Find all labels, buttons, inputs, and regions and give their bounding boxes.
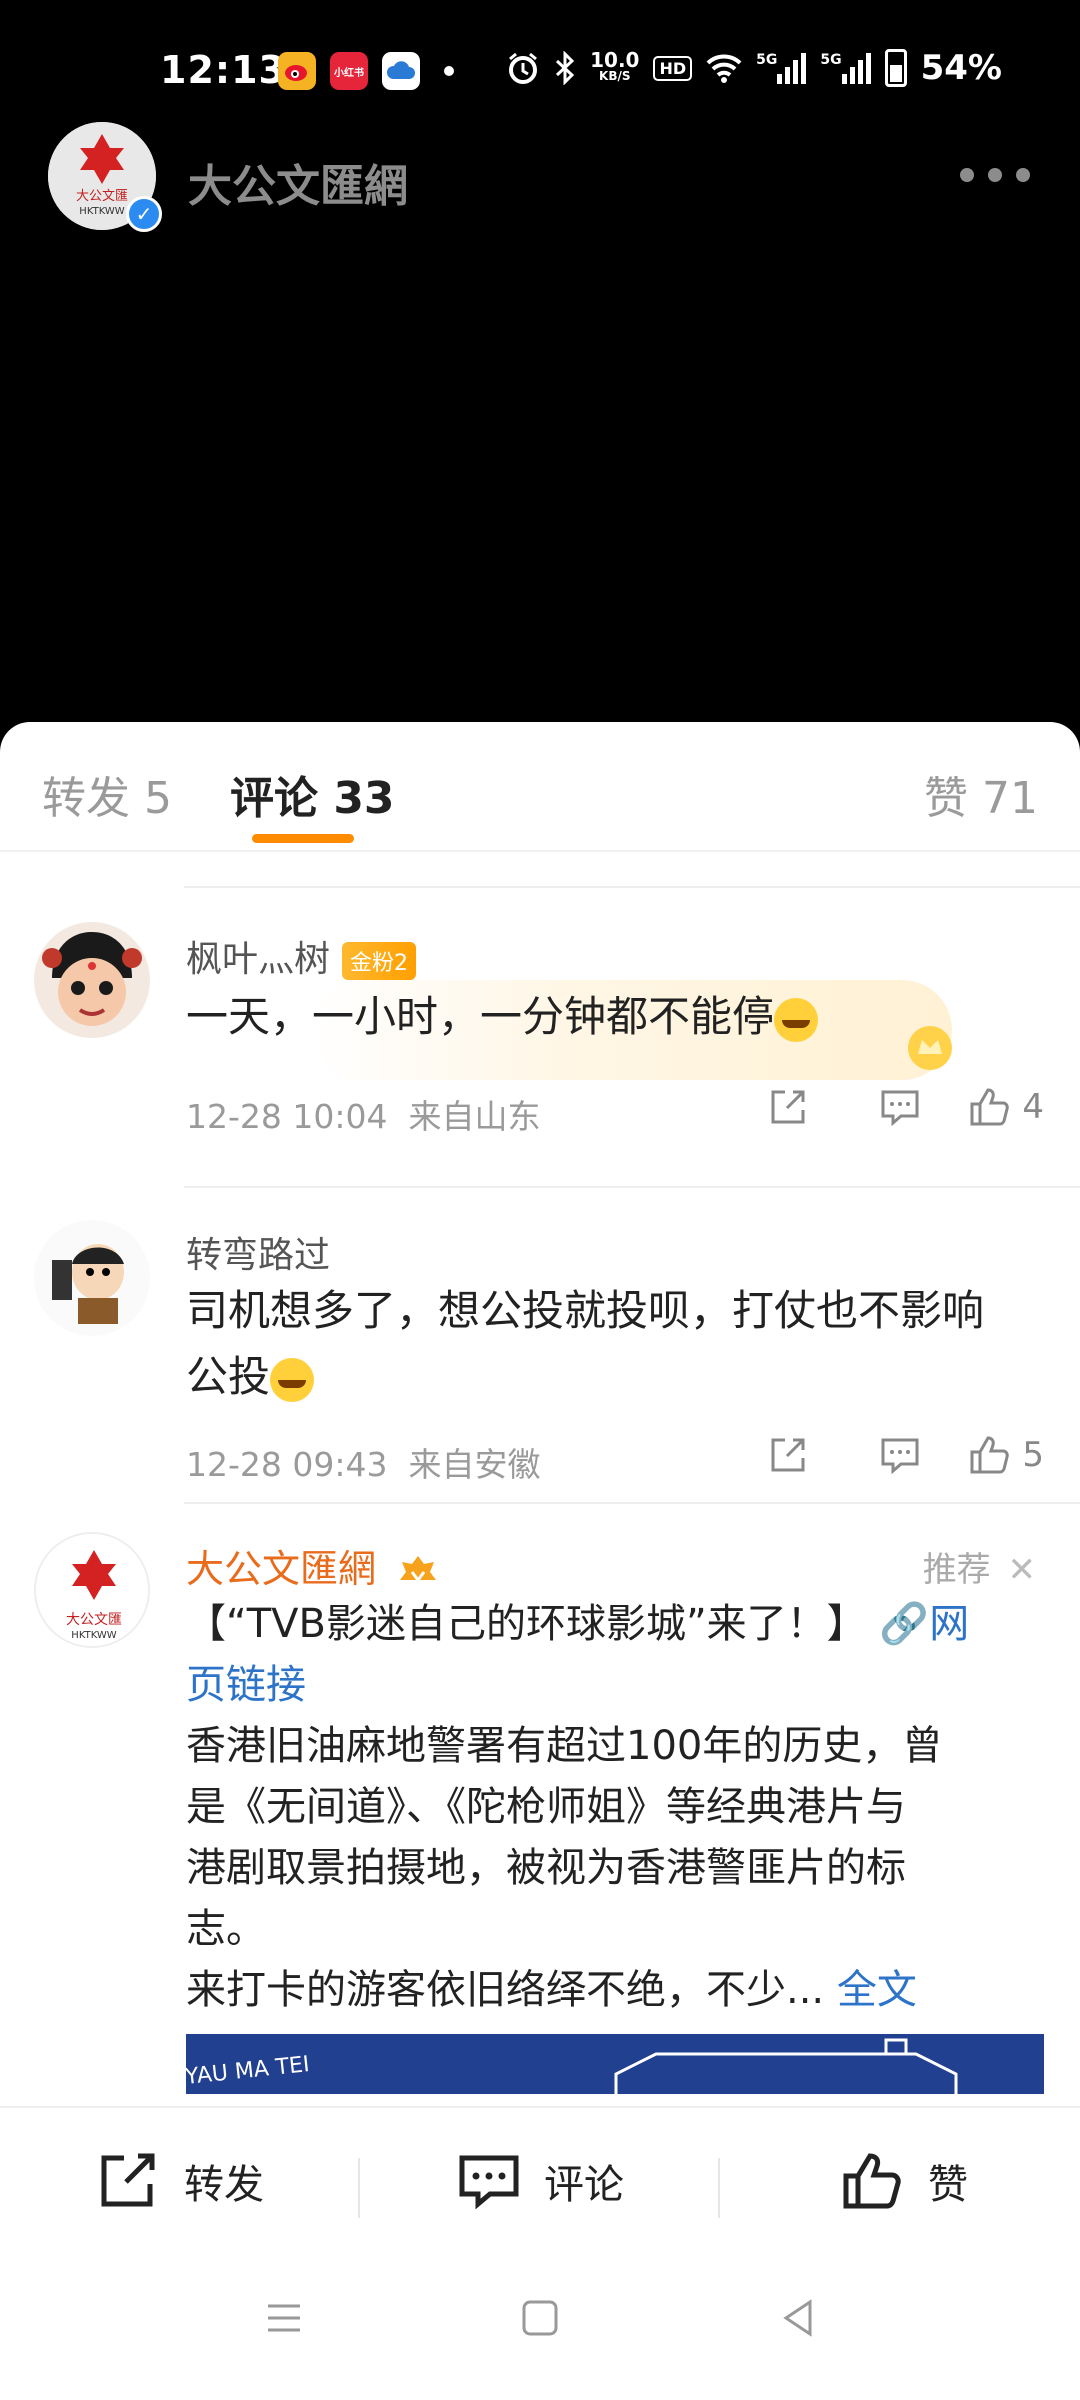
comment-reply-button[interactable] — [844, 1432, 956, 1478]
avatar-cartoon-icon — [34, 922, 150, 1038]
comment-icon — [459, 2155, 519, 2210]
svg-text:大公文匯: 大公文匯 — [76, 189, 128, 204]
alarm-icon — [509, 52, 538, 84]
signal-icon-1: 5G — [756, 52, 807, 84]
comment-meta: 12-28 10:04 来自山东 — [186, 1097, 541, 1136]
web-link-continued[interactable]: 页链接 — [186, 1655, 1044, 1716]
comment-actions: 5 — [732, 1432, 1044, 1478]
reply-icon — [881, 1090, 919, 1127]
share-icon — [771, 1438, 805, 1472]
home-square-icon — [522, 2300, 558, 2336]
comment-like-count: 4 — [1022, 1087, 1044, 1127]
recent-apps-button[interactable] — [262, 2296, 306, 2344]
comment-like-button[interactable]: 5 — [966, 1432, 1044, 1478]
link-icon: 🔗 — [879, 1601, 930, 1647]
laugh-cry-emoji-icon — [270, 1357, 315, 1402]
comment-share-button[interactable] — [732, 1432, 844, 1478]
active-tab-indicator — [252, 834, 354, 843]
user-avatar[interactable] — [34, 1220, 150, 1336]
xiaohongshu-icon: 小红书 — [330, 52, 368, 90]
bar-separator — [358, 2158, 360, 2218]
comment-username[interactable]: 转弯路过 — [186, 1226, 330, 1278]
tab-repost[interactable]: 转发 5 — [42, 762, 172, 826]
comment-username[interactable]: 枫叶灬树 金粉2 — [186, 930, 417, 982]
battery-icon — [884, 49, 907, 87]
more-options-icon[interactable] — [960, 168, 1030, 182]
bottom-action-bar: 转发 评论 赞 — [0, 2106, 1080, 2256]
comment-like-button[interactable]: 4 — [966, 1084, 1044, 1130]
like-button[interactable]: 赞 — [840, 2148, 968, 2214]
comment-text: 司机想多了，想公投就投呗，打仗也不影响 公投 — [186, 1286, 985, 1402]
comment-reply-button[interactable] — [844, 1084, 956, 1130]
full-text-link[interactable]: 全文 — [837, 1967, 917, 2013]
status-app-icons: 小红书 — [278, 52, 454, 90]
fan-level-badge: 金粉2 — [342, 942, 417, 980]
tab-bar: 转发 5 评论 33 赞 71 — [0, 722, 1080, 852]
recommended-avatar[interactable]: 大公文匯 HKTKWW — [34, 1532, 150, 1648]
bar-separator — [718, 2158, 720, 2218]
thumbs-up-icon — [843, 2153, 901, 2209]
svg-text:大公文匯: 大公文匯 — [66, 1612, 122, 1628]
reply-icon — [881, 1438, 919, 1475]
avatar-cartoon-icon — [34, 1220, 150, 1336]
thumbs-up-icon — [970, 1088, 1010, 1126]
list-divider — [184, 1502, 1080, 1504]
net-speed: 10.0 KB/S — [590, 48, 640, 83]
signal-icon-2: 5G — [820, 52, 871, 84]
laugh-cry-emoji-icon — [774, 997, 819, 1042]
battery-percent: 54% — [920, 48, 1002, 88]
recommended-flag: 推荐 ✕ — [922, 1550, 1037, 1590]
police-station-illustration: YAU MA TEI — [186, 2034, 1044, 2094]
svg-text:HKTKWW: HKTKWW — [79, 206, 124, 217]
verified-badge-icon: ✓ — [126, 196, 162, 232]
recommended-post-text: 【“TVB影迷自己的环球影城”来了！】 🔗网 页链接 香港旧油麻地警署有超过10… — [186, 1594, 1044, 2021]
post-header: 大公文匯 HKTKWW ✓ 大公文匯網 — [0, 120, 1080, 240]
cloud-app-icon — [382, 52, 420, 90]
tab-like[interactable]: 赞 71 — [924, 762, 1038, 826]
bluetooth-icon — [556, 51, 575, 85]
gold-v-badge-icon — [400, 1555, 437, 1582]
account-avatar[interactable]: 大公文匯 HKTKWW ✓ — [48, 122, 162, 232]
user-avatar[interactable] — [34, 922, 150, 1038]
recommended-username[interactable]: 大公文匯網 — [186, 1538, 440, 1593]
comment-share-button[interactable] — [732, 1084, 844, 1130]
wifi-icon — [706, 54, 742, 83]
recommended-post-image[interactable]: YAU MA TEI — [186, 2034, 1044, 2094]
menu-icon — [268, 2304, 300, 2332]
list-divider — [184, 1186, 1080, 1188]
account-name[interactable]: 大公文匯網 — [188, 150, 408, 214]
back-button[interactable] — [776, 2296, 820, 2344]
comment-actions: 4 — [732, 1084, 1044, 1130]
dagong-logo-icon: 大公文匯 HKTKWW — [36, 1534, 148, 1646]
list-divider — [184, 886, 1080, 888]
back-triangle-icon — [783, 2299, 812, 2337]
comment-meta: 12-28 09:43 来自安徽 — [186, 1445, 541, 1484]
status-right: 10.0 KB/S HD 5G 5G 54% — [506, 48, 1002, 88]
share-icon — [771, 1090, 805, 1124]
comment-text: 一天，一小时，一分钟都不能停 — [186, 984, 1044, 1050]
home-button[interactable] — [518, 2296, 562, 2344]
hd-voice-icon: HD — [653, 55, 693, 81]
thumbs-up-icon — [970, 1436, 1010, 1474]
web-link[interactable]: 🔗网 — [879, 1601, 969, 1647]
comment-button[interactable]: 评论 — [456, 2148, 624, 2214]
notification-dot — [444, 66, 454, 76]
share-icon — [101, 2153, 155, 2207]
svg-text:HKTKWW: HKTKWW — [71, 1630, 116, 1641]
status-bar: 12:13 小红书 10.0 KB/S HD 5G 5G 54% — [0, 0, 1080, 130]
system-nav-bar — [0, 2256, 1080, 2400]
weibo-icon — [278, 52, 316, 90]
status-time: 12:13 — [160, 48, 286, 92]
repost-button[interactable]: 转发 — [96, 2148, 264, 2214]
comment-like-count: 5 — [1022, 1435, 1044, 1475]
dismiss-icon[interactable]: ✕ — [1008, 1550, 1037, 1590]
